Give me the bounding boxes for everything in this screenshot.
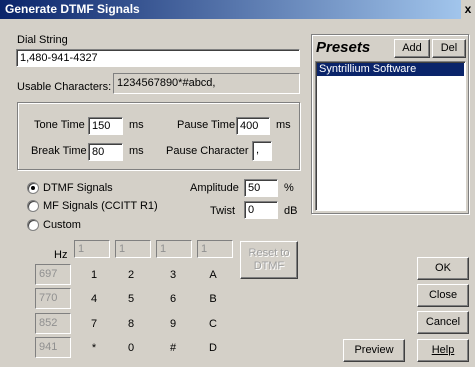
key-b[interactable]: B xyxy=(194,290,232,308)
radio-custom-label[interactable]: Custom xyxy=(43,219,81,232)
key-4[interactable]: 4 xyxy=(75,290,113,308)
key-3[interactable]: 3 xyxy=(154,266,192,284)
col-freq-input-3[interactable]: 1 xyxy=(156,240,192,258)
radio-mf-signals[interactable] xyxy=(27,200,39,212)
pause-time-unit: ms xyxy=(276,119,291,131)
break-time-label: Break Time xyxy=(31,145,87,157)
title-bar: Generate DTMF Signals xyxy=(0,0,475,19)
dial-string-label: Dial String xyxy=(17,34,68,46)
help-button[interactable]: Help xyxy=(417,339,469,362)
reset-to-dtmf-button[interactable]: Reset to DTMF xyxy=(240,241,298,279)
close-icon[interactable]: x xyxy=(461,0,475,19)
key-2[interactable]: 2 xyxy=(112,266,150,284)
key-9[interactable]: 9 xyxy=(154,315,192,333)
key-star[interactable]: * xyxy=(75,339,113,357)
preset-item-syntrillium[interactable]: Syntrillium Software xyxy=(317,63,464,76)
pause-time-label: Pause Time xyxy=(177,119,236,131)
break-time-input[interactable]: 80 xyxy=(88,143,123,161)
col-freq-input-4[interactable]: 1 xyxy=(197,240,233,258)
preview-button[interactable]: Preview xyxy=(343,339,405,362)
col-freq-input-1[interactable]: 1 xyxy=(74,240,110,258)
reset-label-line1: Reset to xyxy=(248,247,290,259)
row-freq-input-2[interactable]: 770 xyxy=(35,288,71,309)
col-freq-input-2[interactable]: 1 xyxy=(115,240,151,258)
key-1[interactable]: 1 xyxy=(75,266,113,284)
radio-custom[interactable] xyxy=(27,219,39,231)
key-c[interactable]: C xyxy=(194,315,232,333)
amplitude-input[interactable]: 50 xyxy=(244,179,278,197)
preset-del-button[interactable]: Del xyxy=(432,39,466,58)
twist-input[interactable]: 0 xyxy=(244,201,278,219)
preset-add-button[interactable]: Add xyxy=(394,39,430,58)
reset-label-line2: DTMF xyxy=(253,260,285,272)
tone-time-label: Tone Time xyxy=(34,119,85,131)
key-a[interactable]: A xyxy=(194,266,232,284)
presets-title: Presets xyxy=(316,39,371,56)
tone-time-unit: ms xyxy=(129,119,144,131)
row-freq-input-4[interactable]: 941 xyxy=(35,337,71,358)
key-0[interactable]: 0 xyxy=(112,339,150,357)
twist-label: Twist xyxy=(210,205,236,217)
dial-string-input[interactable]: 1,480-941-4327 xyxy=(16,49,300,67)
key-5[interactable]: 5 xyxy=(112,290,150,308)
cancel-button[interactable]: Cancel xyxy=(417,311,469,334)
hz-label: Hz xyxy=(54,249,68,261)
row-freq-input-3[interactable]: 852 xyxy=(35,313,71,334)
pause-time-input[interactable]: 400 xyxy=(236,117,270,135)
key-d[interactable]: D xyxy=(194,339,232,357)
break-time-unit: ms xyxy=(129,145,144,157)
close-button[interactable]: Close xyxy=(417,284,469,307)
key-8[interactable]: 8 xyxy=(112,315,150,333)
radio-mf-label[interactable]: MF Signals (CCITT R1) xyxy=(43,200,158,213)
pause-character-label: Pause Character xyxy=(166,145,249,157)
pause-character-input[interactable]: , xyxy=(252,141,272,161)
radio-dtmf-label[interactable]: DTMF Signals xyxy=(43,182,113,195)
key-hash[interactable]: # xyxy=(154,339,192,357)
usable-characters-value: 1234567890*#abcd, xyxy=(113,73,300,94)
row-freq-input-1[interactable]: 697 xyxy=(35,264,71,285)
presets-list[interactable]: Syntrillium Software xyxy=(315,61,466,211)
radio-dtmf-signals[interactable] xyxy=(27,182,39,194)
ok-button[interactable]: OK xyxy=(417,257,469,280)
key-6[interactable]: 6 xyxy=(154,290,192,308)
key-7[interactable]: 7 xyxy=(75,315,113,333)
amplitude-label: Amplitude xyxy=(190,182,239,194)
twist-unit: dB xyxy=(284,205,298,217)
window-title: Generate DTMF Signals xyxy=(5,2,140,16)
usable-characters-label: Usable Characters: xyxy=(17,81,112,93)
amplitude-unit: % xyxy=(284,182,294,194)
tone-time-input[interactable]: 150 xyxy=(88,117,123,135)
radio-selected-dot xyxy=(31,186,35,190)
